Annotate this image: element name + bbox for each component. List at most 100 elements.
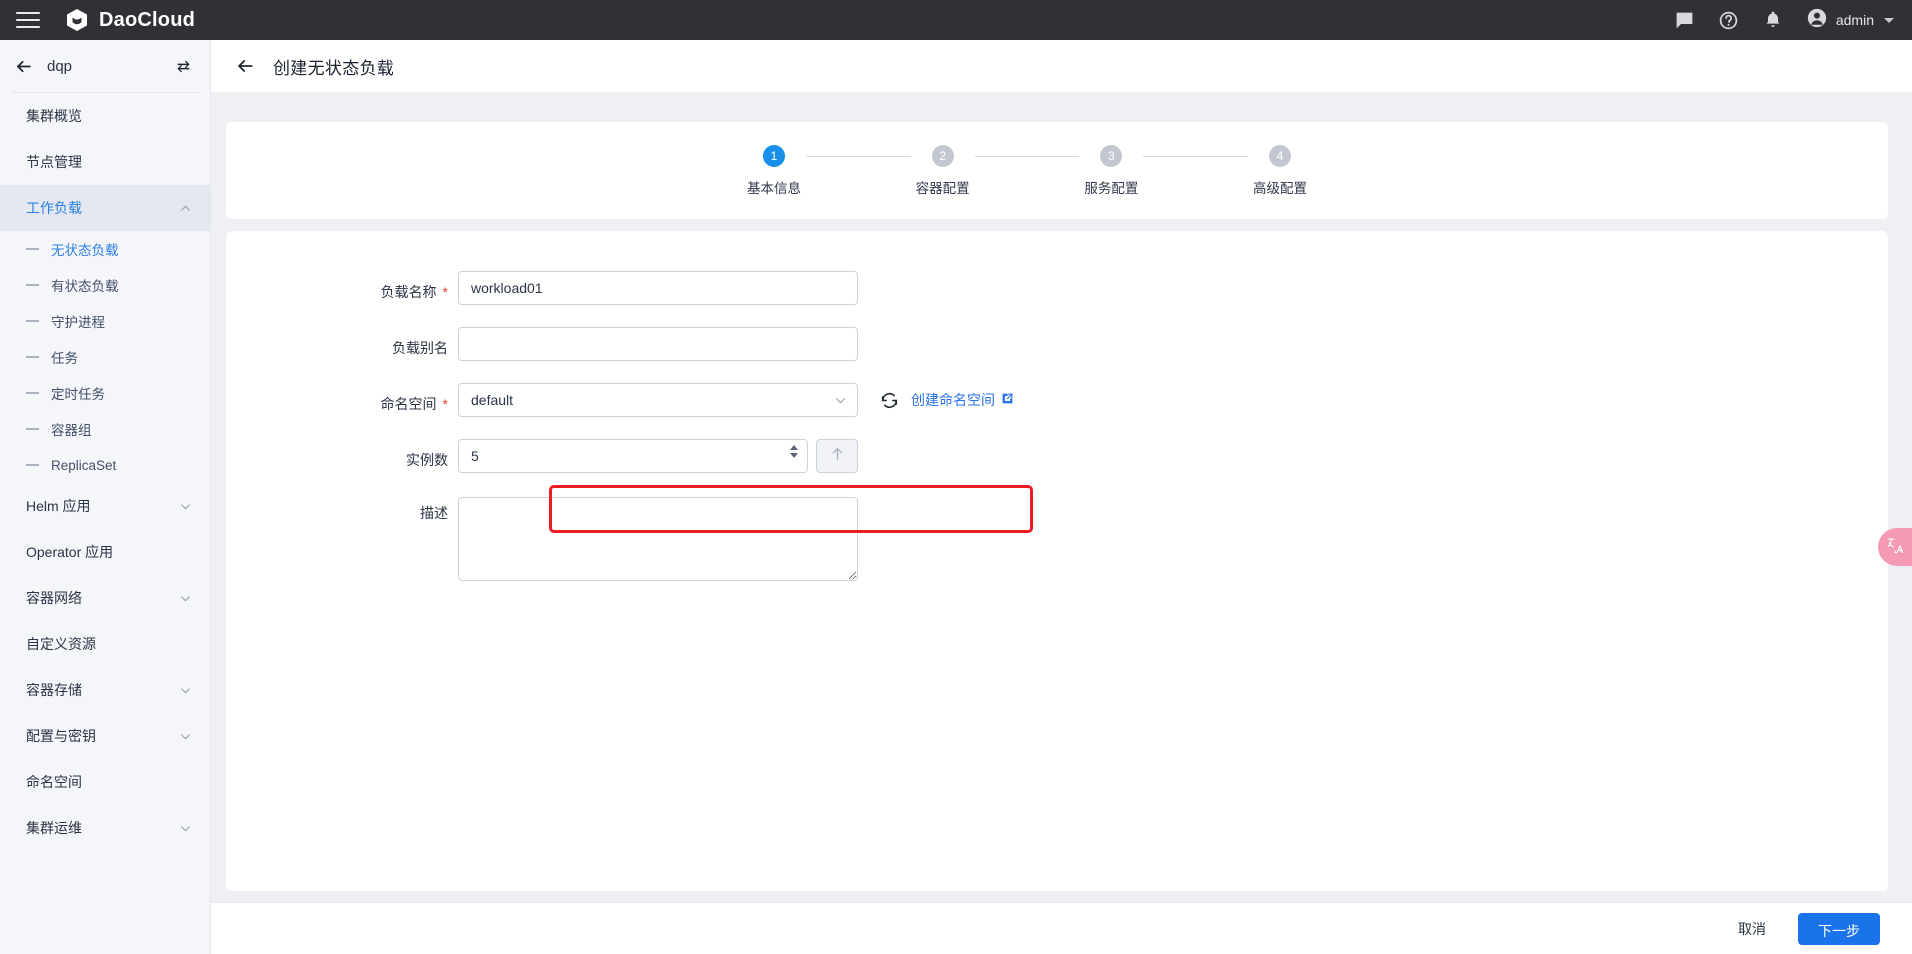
- step-service-config[interactable]: 3 服务配置: [1079, 144, 1143, 197]
- step-container-config[interactable]: 2 容器配置: [911, 144, 975, 197]
- sidebar-item-label: 定时任务: [51, 387, 105, 402]
- sidebar-item-helm-apps[interactable]: Helm 应用: [0, 483, 210, 529]
- sidebar-item-label: 命名空间: [26, 774, 82, 790]
- sidebar-item-jobs[interactable]: 任务: [0, 339, 210, 375]
- chevron-down-icon: [179, 592, 192, 605]
- sidebar-item-label: 有状态负载: [51, 279, 119, 294]
- cancel-button[interactable]: 取消: [1724, 911, 1780, 947]
- sidebar-item-statefulsets[interactable]: 有状态负载: [0, 267, 210, 303]
- chevron-down-icon: [179, 500, 192, 513]
- step-label: 容器配置: [915, 180, 970, 196]
- back-arrow-icon[interactable]: [235, 56, 255, 76]
- step-connector: [974, 155, 1080, 157]
- step-advanced-config[interactable]: 4 高级配置: [1248, 144, 1312, 197]
- help-icon[interactable]: [1718, 9, 1740, 31]
- main-scrollbar[interactable]: [1901, 92, 1912, 902]
- create-namespace-link[interactable]: 创建命名空间: [911, 390, 1014, 410]
- create-namespace-link-label: 创建命名空间: [911, 392, 995, 408]
- spinner-up-icon[interactable]: [790, 445, 798, 450]
- form-row-replicas: 实例数: [226, 439, 1888, 473]
- sidebar-item-namespaces[interactable]: 命名空间: [0, 759, 210, 805]
- namespace-select[interactable]: [458, 383, 858, 417]
- sidebar-item-configs-secrets[interactable]: 配置与密钥: [0, 713, 210, 759]
- user-menu[interactable]: admin: [1806, 7, 1894, 34]
- label-workload-alias: 负载别名: [392, 340, 448, 356]
- step-connector: [1143, 155, 1249, 157]
- sidebar-item-operator-apps[interactable]: Operator 应用: [0, 529, 210, 575]
- control-namespace: 创建命名空间: [458, 383, 1014, 417]
- sidebar-item-container-storage[interactable]: 容器存储: [0, 667, 210, 713]
- step-label: 基本信息: [747, 180, 801, 196]
- workload-alias-input[interactable]: [458, 327, 858, 361]
- description-textarea[interactable]: [458, 497, 858, 581]
- chevron-down-icon: [179, 822, 192, 835]
- sidebar-item-container-network[interactable]: 容器网络: [0, 575, 210, 621]
- label-namespace: 命名空间 *: [380, 396, 448, 412]
- basic-info-form-card: 负载名称 * 负载别名 命名空间 *: [226, 231, 1888, 891]
- brand-logo-link[interactable]: DaoCloud: [64, 7, 195, 33]
- page-header: 创建无状态负载: [211, 40, 1912, 92]
- namespace-actions: 创建命名空间: [880, 390, 1014, 410]
- message-icon[interactable]: [1674, 9, 1696, 31]
- stepper: 1 基本信息 2 容器配置 3 服务配置 4 高级配置: [742, 144, 1312, 197]
- step-label: 服务配置: [1084, 180, 1139, 196]
- chevron-down-icon: [179, 684, 192, 697]
- sidebar-item-workloads[interactable]: 工作负载: [0, 185, 210, 231]
- main-content: 1 基本信息 2 容器配置 3 服务配置 4 高级配置 负载名称 * workl…: [211, 92, 1912, 902]
- sidebar-item-pods[interactable]: 容器组: [0, 411, 210, 447]
- bullet-dash-icon: [26, 356, 39, 358]
- user-name: admin: [1835, 12, 1874, 28]
- replicas-input[interactable]: [458, 439, 808, 473]
- sidebar-item-label: 容器组: [51, 423, 92, 438]
- page-title: 创建无状态负载: [273, 58, 395, 78]
- bullet-dash-icon: [26, 248, 39, 250]
- sidebar-item-node-management[interactable]: 节点管理: [0, 139, 210, 185]
- bullet-dash-icon: [26, 428, 39, 430]
- number-spinner-icon[interactable]: [790, 445, 798, 458]
- bullet-dash-icon: [26, 284, 39, 286]
- refresh-icon[interactable]: [880, 391, 899, 410]
- sidebar-header: dqp: [0, 40, 210, 92]
- sidebar-item-label: 配置与密钥: [26, 728, 96, 744]
- sidebar-item-cluster-ops[interactable]: 集群运维: [0, 805, 210, 851]
- step-number: 2: [931, 144, 954, 167]
- sidebar-item-daemonsets[interactable]: 守护进程: [0, 303, 210, 339]
- top-bar: DaoCloud admin: [0, 0, 1912, 40]
- form-row-namespace: 命名空间 * default 创建命名空间: [226, 383, 1888, 417]
- sidebar-item-cronjobs[interactable]: 定时任务: [0, 375, 210, 411]
- spinner-down-icon[interactable]: [790, 453, 798, 458]
- bullet-dash-icon: [26, 320, 39, 322]
- control-description: [458, 497, 858, 586]
- label-workload-name: 负载名称 *: [380, 284, 448, 300]
- workload-name-input[interactable]: [458, 271, 858, 305]
- form-row-workload-name: 负载名称 *: [226, 271, 1888, 305]
- chevron-down-icon: [1884, 17, 1894, 23]
- sidebar-item-label: 工作负载: [26, 200, 82, 216]
- namespace-select-value[interactable]: [458, 383, 858, 417]
- step-label: 高级配置: [1253, 180, 1308, 196]
- sidebar-item-label: 守护进程: [51, 315, 105, 330]
- next-step-button[interactable]: 下一步: [1798, 912, 1880, 945]
- cluster-name: dqp: [47, 57, 73, 75]
- replicas-stepper[interactable]: [458, 439, 808, 473]
- sidebar-item-deployments[interactable]: 无状态负载: [0, 231, 210, 267]
- scale-up-button[interactable]: [816, 439, 858, 473]
- sidebar-item-label: 集群概览: [26, 108, 82, 124]
- bell-icon[interactable]: [1762, 9, 1784, 31]
- arrow-left-icon[interactable]: [14, 57, 33, 76]
- daocloud-logo-icon: [64, 7, 90, 33]
- sidebar-item-custom-resources[interactable]: 自定义资源: [0, 621, 210, 667]
- hamburger-icon[interactable]: [16, 12, 40, 28]
- form-footer: 取消 下一步: [211, 902, 1912, 954]
- form-row-description: 描述: [226, 497, 1888, 586]
- step-number: 1: [763, 144, 785, 167]
- sidebar-item-cluster-overview[interactable]: 集群概览: [0, 93, 210, 139]
- required-mark: *: [442, 284, 448, 300]
- sidebar-item-replicaset[interactable]: ReplicaSet: [0, 447, 210, 483]
- control-replicas: [458, 439, 858, 473]
- translate-widget-button[interactable]: [1878, 528, 1912, 566]
- sidebar-item-label: 自定义资源: [26, 636, 96, 652]
- step-connector: [806, 155, 911, 157]
- step-basic-info[interactable]: 1 基本信息: [742, 144, 806, 197]
- switch-cluster-icon[interactable]: [175, 58, 192, 75]
